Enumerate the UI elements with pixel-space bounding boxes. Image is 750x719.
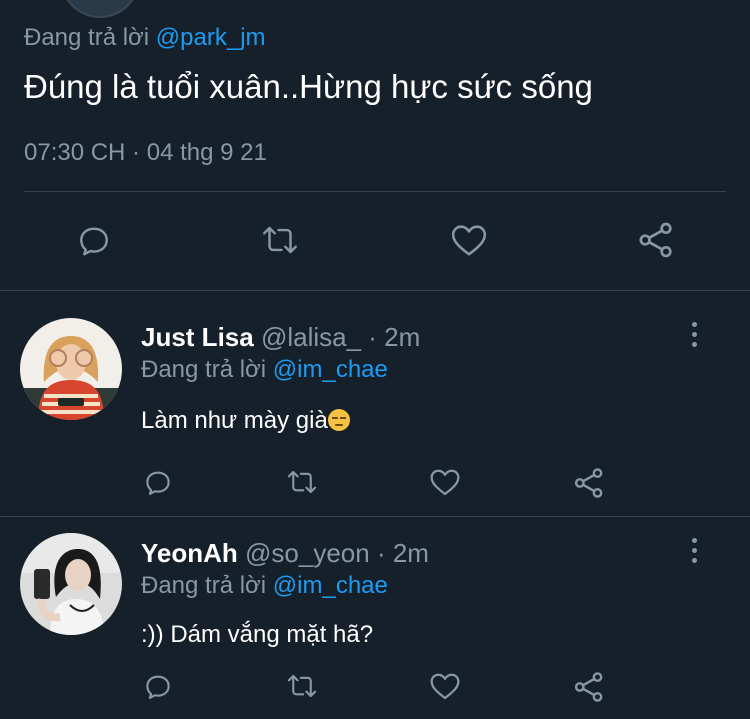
replying-handle-link[interactable]: @im_chae (273, 572, 388, 599)
tweet-thread-screen: Đang trả lời @park_jm Đúng là tuổi xuân.… (0, 0, 750, 719)
reply-text-content: Làm như mày già (141, 407, 328, 434)
display-name[interactable]: YeonAh (141, 538, 238, 568)
divider (24, 191, 726, 192)
username[interactable]: @so_yeon (245, 538, 370, 568)
reply-icon[interactable] (76, 222, 112, 258)
avatar[interactable] (20, 318, 122, 420)
display-name[interactable]: Just Lisa (141, 322, 254, 352)
replying-prefix: Đang trả lời (141, 572, 267, 599)
reply-text: :)) Dám vắng mặt hã? (141, 621, 374, 648)
like-icon[interactable] (429, 467, 461, 497)
reply-icon[interactable] (143, 467, 173, 497)
divider (0, 290, 750, 291)
replying-handle-link[interactable]: @park_jm (156, 24, 266, 51)
reply-author-line: Just Lisa @lalisa_ · 2m (141, 322, 420, 353)
like-icon[interactable] (429, 671, 461, 701)
tweet-time: · 2m (376, 538, 429, 568)
more-options-icon[interactable] (692, 322, 698, 352)
username[interactable]: @lalisa_ (261, 322, 361, 352)
divider (0, 516, 750, 517)
retweet-icon[interactable] (285, 671, 319, 701)
replying-handle-link[interactable]: @im_chae (273, 356, 388, 383)
reply-replying-to: Đang trả lời @im_chae (141, 572, 388, 600)
more-options-icon[interactable] (692, 538, 698, 568)
reply-text: Làm như mày già (141, 407, 350, 435)
reply-author-line: YeonAh @so_yeon · 2m (141, 538, 429, 569)
retweet-icon[interactable] (285, 467, 319, 497)
unamused-face-emoji-icon (327, 409, 350, 431)
replying-prefix: Đang trả lời (24, 24, 150, 51)
share-icon[interactable] (572, 466, 606, 500)
share-icon[interactable] (572, 670, 606, 704)
like-icon[interactable] (450, 222, 488, 258)
original-author-avatar[interactable] (60, 0, 140, 18)
tweet-time: · 2m (368, 322, 421, 352)
reply-icon[interactable] (143, 671, 173, 701)
share-icon[interactable] (636, 220, 676, 260)
reply-replying-to: Đang trả lời @im_chae (141, 356, 388, 384)
avatar[interactable] (20, 533, 122, 635)
main-replying-to: Đang trả lời @park_jm (24, 24, 266, 52)
replying-prefix: Đang trả lời (141, 356, 267, 383)
main-tweet-timestamp[interactable]: 07:30 CH · 04 thg 9 21 (24, 139, 267, 167)
retweet-icon[interactable] (260, 222, 300, 258)
main-tweet-text: Đúng là tuổi xuân..Hừng hực sức sống (24, 68, 593, 105)
